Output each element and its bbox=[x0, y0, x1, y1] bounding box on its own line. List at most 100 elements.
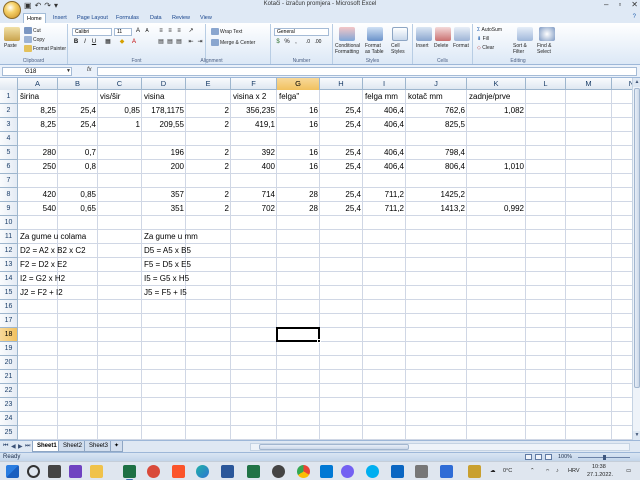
cell-d2[interactable]: 178,1175 bbox=[142, 104, 186, 118]
cell-g1[interactable]: felga" bbox=[277, 90, 320, 104]
decrease-indent-icon[interactable]: ⇤ bbox=[187, 39, 195, 46]
clock-time[interactable]: 10:38 bbox=[592, 464, 606, 470]
cell-i9[interactable]: 711,2 bbox=[363, 202, 406, 216]
cell-e6[interactable]: 2 bbox=[186, 160, 231, 174]
sheet-tab-sheet2[interactable]: Sheet2 bbox=[58, 441, 88, 452]
cell-h9[interactable]: 25,4 bbox=[320, 202, 363, 216]
volume-icon[interactable]: ♪ bbox=[556, 468, 559, 474]
app-icon-3[interactable] bbox=[391, 465, 404, 478]
column-header-l[interactable]: L bbox=[526, 78, 566, 90]
row-header-9[interactable]: 9 bbox=[0, 202, 18, 216]
normal-view-icon[interactable] bbox=[525, 454, 532, 460]
tab-insert[interactable]: Insert bbox=[50, 13, 70, 23]
cell-i1[interactable]: felga mm bbox=[363, 90, 406, 104]
format-cells-button[interactable]: Format bbox=[453, 43, 469, 49]
app-icon-4[interactable] bbox=[415, 465, 428, 478]
row-header-5[interactable]: 5 bbox=[0, 146, 18, 160]
column-header-g[interactable]: G bbox=[277, 78, 320, 90]
font-color-icon[interactable]: A bbox=[130, 39, 138, 46]
percent-icon[interactable]: % bbox=[283, 39, 291, 46]
cell-k2[interactable]: 1,082 bbox=[467, 104, 526, 118]
vertical-scrollbar[interactable]: ▲ ▼ bbox=[632, 78, 640, 440]
first-sheet-icon[interactable]: ⏮ bbox=[3, 443, 8, 450]
cell-a2[interactable]: 8,25 bbox=[18, 104, 58, 118]
prev-sheet-icon[interactable]: ◀ bbox=[11, 443, 16, 450]
weather-icon[interactable]: ☁ bbox=[490, 468, 496, 474]
row-header-4[interactable]: 4 bbox=[0, 132, 18, 146]
cell-a12[interactable]: D2 = A2 x B2 x C2 bbox=[18, 244, 86, 258]
format-painter-button[interactable]: Format Painter bbox=[24, 45, 66, 52]
tab-data[interactable]: Data bbox=[147, 13, 165, 23]
number-format-combo[interactable]: General bbox=[274, 28, 329, 36]
row-header-12[interactable]: 12 bbox=[0, 244, 18, 258]
row-header-13[interactable]: 13 bbox=[0, 258, 18, 272]
formula-input[interactable] bbox=[97, 67, 637, 76]
cell-f5[interactable]: 392 bbox=[231, 146, 277, 160]
cell-i6[interactable]: 406,4 bbox=[363, 160, 406, 174]
align-bottom-icon[interactable]: ≡ bbox=[175, 28, 183, 35]
row-header-3[interactable]: 3 bbox=[0, 118, 18, 132]
cell-e3[interactable]: 2 bbox=[186, 118, 231, 132]
cell-d6[interactable]: 200 bbox=[142, 160, 186, 174]
cell-c2[interactable]: 0,85 bbox=[98, 104, 142, 118]
cell-d8[interactable]: 357 bbox=[142, 188, 186, 202]
cell-a3[interactable]: 8,25 bbox=[18, 118, 58, 132]
cell-styles-icon[interactable] bbox=[392, 27, 408, 41]
format-table-button[interactable]: Format as Table bbox=[365, 43, 387, 55]
autosum-button[interactable]: Σ AutoSum bbox=[477, 27, 502, 33]
cell-a9[interactable]: 540 bbox=[18, 202, 58, 216]
row-header-10[interactable]: 10 bbox=[0, 216, 18, 230]
cell-j2[interactable]: 762,6 bbox=[406, 104, 467, 118]
cell-styles-button[interactable]: Cell Styles bbox=[391, 43, 411, 55]
cell-b2[interactable]: 25,4 bbox=[58, 104, 98, 118]
input-language[interactable]: HRV bbox=[568, 468, 580, 474]
align-middle-icon[interactable]: ≡ bbox=[166, 28, 174, 35]
cell-h3[interactable]: 25,4 bbox=[320, 118, 363, 132]
app-icon-2[interactable] bbox=[272, 465, 285, 478]
cell-a6[interactable]: 250 bbox=[18, 160, 58, 174]
cell-a15[interactable]: J2 = F2 + I2 bbox=[18, 286, 63, 300]
cell-g9[interactable]: 28 bbox=[277, 202, 320, 216]
row-header-18[interactable]: 18 bbox=[0, 328, 18, 342]
row-header-8[interactable]: 8 bbox=[0, 188, 18, 202]
shrink-font-icon[interactable]: A bbox=[143, 28, 151, 35]
skype-icon[interactable] bbox=[366, 465, 379, 478]
cell-d14[interactable]: I5 = G5 x H5 bbox=[142, 272, 189, 286]
cell-a8[interactable]: 420 bbox=[18, 188, 58, 202]
column-header-d[interactable]: D bbox=[142, 78, 186, 90]
cell-b3[interactable]: 25,4 bbox=[58, 118, 98, 132]
page-layout-view-icon[interactable] bbox=[535, 454, 542, 460]
column-header-n[interactable]: N bbox=[612, 78, 632, 90]
cell-b5[interactable]: 0,7 bbox=[58, 146, 98, 160]
cell-a13[interactable]: F2 = D2 x E2 bbox=[18, 258, 67, 272]
file-explorer-icon[interactable] bbox=[90, 465, 103, 478]
cell-i2[interactable]: 406,4 bbox=[363, 104, 406, 118]
increase-decimal-icon[interactable]: .0 bbox=[304, 39, 312, 46]
column-header-f[interactable]: F bbox=[231, 78, 277, 90]
row-header-6[interactable]: 6 bbox=[0, 160, 18, 174]
cell-j6[interactable]: 806,4 bbox=[406, 160, 467, 174]
network-icon[interactable]: ⌔ bbox=[545, 468, 550, 475]
column-header-e[interactable]: E bbox=[186, 78, 231, 90]
brave-icon[interactable] bbox=[172, 465, 185, 478]
align-left-icon[interactable]: ▤ bbox=[157, 39, 165, 46]
italic-icon[interactable]: I bbox=[81, 39, 89, 46]
cell-area[interactable]: širina vis/šir visina visina x 2 felga" felga… bbox=[18, 90, 632, 440]
cell-k1[interactable]: zadnje/prve bbox=[467, 90, 526, 104]
fill-handle[interactable] bbox=[317, 339, 321, 343]
font-size-combo[interactable]: 11 bbox=[114, 28, 132, 36]
insert-sheet-icon[interactable]: ✦ bbox=[110, 441, 124, 452]
cell-a14[interactable]: I2 = G2 x H2 bbox=[18, 272, 65, 286]
fill-button[interactable]: ⬇ Fill bbox=[477, 36, 489, 42]
row-header-25[interactable]: 25 bbox=[0, 426, 18, 440]
page-break-view-icon[interactable] bbox=[545, 454, 552, 460]
cell-g6[interactable]: 16 bbox=[277, 160, 320, 174]
underline-icon[interactable]: U bbox=[90, 39, 98, 46]
help-icon[interactable]: ? bbox=[633, 14, 636, 20]
cell-d9[interactable]: 351 bbox=[142, 202, 186, 216]
active-cell-cursor[interactable] bbox=[276, 327, 320, 342]
excel-icon[interactable] bbox=[123, 465, 136, 480]
column-header-k[interactable]: K bbox=[467, 78, 526, 90]
cell-a1[interactable]: širina bbox=[18, 90, 58, 104]
close-button[interactable]: ✕ bbox=[631, 0, 638, 9]
